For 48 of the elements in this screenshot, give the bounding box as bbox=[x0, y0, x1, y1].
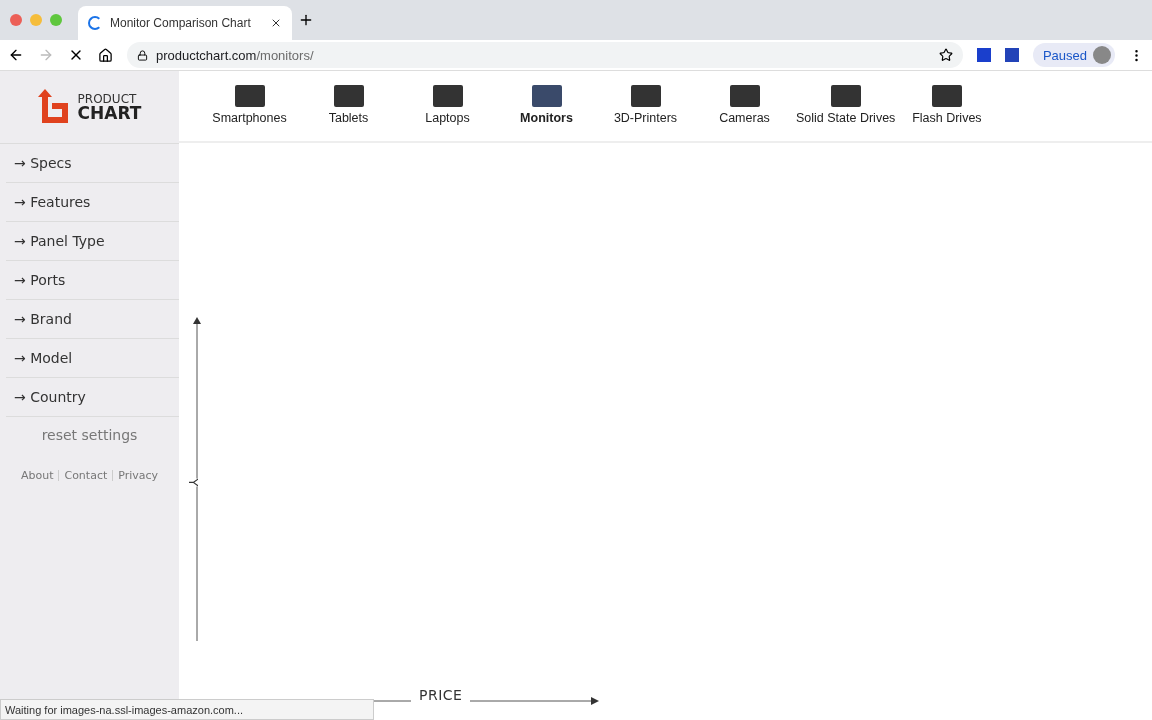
product-photo-placeholder bbox=[729, 85, 760, 107]
sidebar-item[interactable]: → Ports bbox=[6, 261, 179, 300]
url-host: productchart.com bbox=[156, 47, 257, 63]
sidebar-item[interactable]: → Model bbox=[6, 339, 179, 378]
back-icon[interactable] bbox=[8, 47, 24, 63]
x-axis-label: PRICE bbox=[411, 687, 471, 703]
address-bar[interactable]: productchart.com/monitors/ bbox=[127, 42, 963, 68]
product-photo-placeholder bbox=[333, 85, 364, 107]
category-tab[interactable]: Tablets bbox=[299, 85, 398, 125]
category-tab[interactable]: Smartphones bbox=[200, 85, 299, 125]
category-tab[interactable]: Monitors bbox=[497, 85, 596, 125]
category-tab[interactable]: 3D-Printers bbox=[596, 85, 695, 125]
close-icon[interactable] bbox=[270, 17, 282, 29]
sidebar-item[interactable]: → Country bbox=[6, 378, 179, 417]
product-photo-placeholder bbox=[432, 85, 463, 107]
extension-icon[interactable] bbox=[976, 48, 991, 62]
category-tab[interactable]: Flash Drives bbox=[897, 85, 997, 125]
product-photo-placeholder bbox=[234, 85, 265, 107]
sidebar-item[interactable]: → Brand bbox=[6, 300, 179, 339]
profile-button[interactable]: Paused bbox=[1032, 43, 1115, 67]
reset-settings-link[interactable]: reset settings bbox=[41, 427, 138, 443]
home-icon[interactable] bbox=[98, 47, 113, 63]
product-photo-placeholder bbox=[931, 85, 962, 107]
sidebar-item[interactable]: → Features bbox=[6, 183, 179, 222]
url-path: /monitors/ bbox=[256, 47, 314, 63]
new-tab-icon[interactable] bbox=[298, 12, 314, 28]
footer-link[interactable]: Privacy bbox=[118, 469, 159, 482]
logo-text: PRODUCT bbox=[77, 92, 138, 105]
lock-icon bbox=[137, 49, 148, 61]
loading-spinner-icon bbox=[88, 16, 102, 30]
category-tab[interactable]: Laptops bbox=[398, 85, 497, 125]
tab-title: Monitor Comparison Chart bbox=[110, 16, 252, 30]
footer-link[interactable]: Contact bbox=[64, 469, 108, 482]
sidebar-item[interactable]: → Specs bbox=[6, 144, 179, 183]
status-bar: Waiting for images-na.ssl-images-amazon.com... bbox=[0, 699, 374, 720]
avatar-icon bbox=[1093, 46, 1111, 64]
product-photo-placeholder bbox=[630, 85, 661, 107]
extension-icon[interactable] bbox=[1004, 48, 1019, 62]
product-photo-placeholder bbox=[830, 85, 861, 107]
footer-link[interactable]: About bbox=[20, 469, 54, 482]
star-icon[interactable] bbox=[938, 48, 953, 62]
sidebar-item[interactable]: → Panel Type bbox=[6, 222, 179, 261]
logo-text: CHART bbox=[77, 104, 142, 122]
close-window-button[interactable] bbox=[10, 14, 22, 26]
product-photo-placeholder bbox=[531, 85, 562, 107]
category-tab[interactable]: Cameras bbox=[695, 85, 794, 125]
category-tab[interactable]: Solid State Drives bbox=[794, 85, 898, 125]
browser-tab[interactable]: Monitor Comparison Chart bbox=[78, 6, 292, 40]
